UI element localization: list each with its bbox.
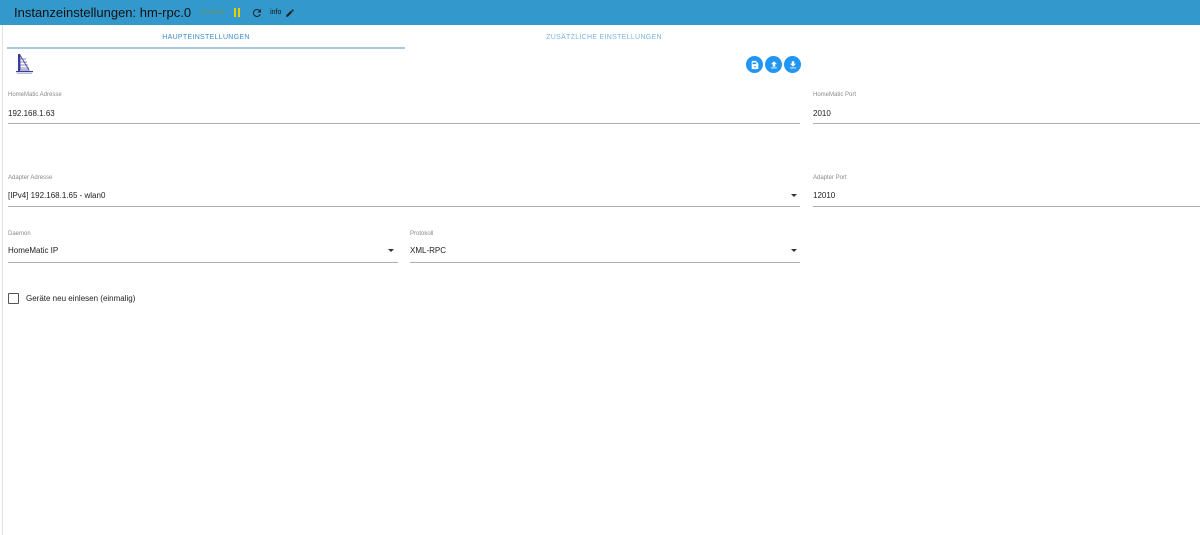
left-border: [2, 25, 3, 535]
adapter-address-select[interactable]: Adapter Adresse [IPv4] 192.168.1.65 - wl…: [8, 175, 800, 209]
field-label: HomeMatic Port: [813, 92, 857, 98]
adapter-address-value[interactable]: [IPv4] 192.168.1.65 - wlan0: [8, 191, 105, 200]
reread-devices-checkbox[interactable]: [8, 293, 19, 304]
homematic-logo: [16, 53, 33, 74]
pencil-icon[interactable]: [285, 8, 295, 18]
info-link[interactable]: info: [270, 9, 281, 16]
save-config-button[interactable]: [746, 56, 763, 73]
field-underline: [8, 206, 800, 207]
field-label: Adapter Adresse: [8, 175, 53, 181]
homematic-address-input[interactable]: 192.168.1.63: [8, 109, 55, 118]
version-label: v1.16.24: [201, 9, 225, 16]
upload-icon: [770, 60, 777, 68]
chevron-down-icon[interactable]: [791, 249, 797, 252]
field-underline: [813, 123, 1200, 124]
title-bar: Instanzeinstellungen: hm-rpc.0 v1.16.24 …: [0, 0, 1200, 25]
field-label: Daemon: [8, 231, 31, 237]
adapter-port-field[interactable]: Adapter Port 12010: [813, 175, 1200, 209]
reread-devices-label[interactable]: Geräte neu einlesen (einmalig): [26, 294, 135, 303]
daemon-value[interactable]: HomeMatic IP: [8, 246, 58, 255]
active-tab-indicator: [7, 47, 405, 49]
tab-bar: HAUPTEINSTELLUNGEN ZUSÄTZLICHE EINSTELLU…: [7, 25, 1200, 49]
reload-icon[interactable]: [251, 7, 263, 19]
homematic-address-field[interactable]: HomeMatic Adresse 192.168.1.63: [8, 92, 800, 126]
field-label: Adapter Port: [813, 175, 847, 181]
daemon-select[interactable]: Daemon HomeMatic IP: [8, 231, 398, 265]
field-underline: [8, 123, 800, 124]
save-file-icon: [751, 60, 758, 69]
pause-icon[interactable]: [234, 8, 242, 17]
download-config-button[interactable]: [784, 56, 801, 73]
protocol-value[interactable]: XML-RPC: [410, 246, 446, 255]
download-icon: [789, 60, 796, 68]
field-underline: [410, 262, 800, 263]
upload-config-button[interactable]: [765, 56, 782, 73]
field-label: Protokoll: [410, 231, 434, 237]
protocol-select[interactable]: Protokoll XML-RPC: [410, 231, 800, 265]
field-underline: [813, 206, 1200, 207]
page-title: Instanzeinstellungen: hm-rpc.0: [14, 5, 192, 20]
field-label: HomeMatic Adresse: [8, 92, 62, 98]
chevron-down-icon[interactable]: [388, 249, 394, 252]
tab-main-settings[interactable]: HAUPTEINSTELLUNGEN: [7, 25, 405, 49]
chevron-down-icon[interactable]: [791, 194, 797, 197]
homematic-port-field[interactable]: HomeMatic Port 2010: [813, 92, 1200, 126]
adapter-port-input[interactable]: 12010: [813, 191, 835, 200]
homematic-port-input[interactable]: 2010: [813, 109, 831, 118]
tab-additional-settings[interactable]: ZUSÄTZLICHE EINSTELLUNGEN: [405, 25, 803, 49]
field-underline: [8, 262, 398, 263]
reread-devices-option[interactable]: Geräte neu einlesen (einmalig): [8, 293, 135, 304]
